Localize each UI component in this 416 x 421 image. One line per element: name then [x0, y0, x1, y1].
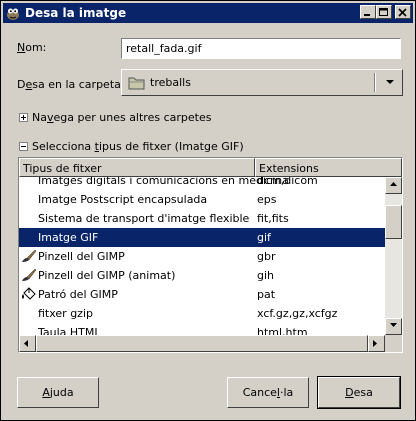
column-header-extensions[interactable]: Extensions: [255, 158, 402, 177]
browse-label-pre: Na: [32, 111, 47, 124]
file-type-extensions: fit,fits: [257, 212, 289, 225]
save-label-post: esa: [353, 386, 373, 399]
scroll-down-icon: [390, 323, 397, 327]
cancel-button[interactable]: Cancel·la: [227, 377, 309, 408]
folder-combo-value: treballs: [150, 76, 191, 89]
help-label-key: A: [42, 386, 50, 399]
close-button[interactable]: [395, 5, 411, 19]
file-type-name: Imatge GIF: [38, 231, 99, 244]
folder-combo[interactable]: treballs: [121, 69, 403, 96]
name-label-post: om:: [25, 41, 47, 54]
bucket-icon: [21, 287, 37, 305]
file-type-name: Patró del GIMP: [38, 288, 118, 301]
column-header-type[interactable]: Tipus de fitxer: [19, 158, 255, 177]
title-bar[interactable]: Desa la imatge: [3, 3, 413, 23]
file-type-extensions: xcf.gz,gz,xcfgz: [257, 307, 338, 320]
column-header-type-label: Tipus de fitxer: [23, 162, 102, 175]
maximize-button[interactable]: [376, 5, 392, 19]
save-button[interactable]: Desa: [317, 376, 401, 409]
chevron-down-icon: [386, 80, 394, 84]
scroll-down-button[interactable]: [385, 318, 402, 335]
vertical-scroll-thumb[interactable]: [385, 205, 402, 239]
file-type-name: Imatge Postscript encapsulada: [38, 193, 208, 206]
scroll-right-icon: [373, 340, 377, 347]
file-type-name: fitxer gzip: [38, 307, 93, 320]
folder-label: Desa en la carpeta:: [17, 78, 125, 91]
file-type-extensions: pat: [257, 288, 276, 301]
filetype-label-post: ipus de fitxer (Imatge GIF): [99, 140, 244, 153]
folder-icon: [128, 77, 145, 90]
browse-label-post: ega per unes altres carpetes: [53, 111, 212, 124]
minimize-button[interactable]: [360, 5, 376, 19]
horizontal-scrollbar[interactable]: [19, 335, 385, 352]
file-type-name: Sistema de transport d'imatge flexible: [38, 212, 250, 225]
save-label-key: D: [345, 386, 354, 399]
help-button[interactable]: Ajuda: [17, 377, 99, 408]
name-input-value: retall_fada.gif: [126, 42, 202, 55]
file-type-row[interactable]: Imatges digitals i comunicacions en medi…: [19, 177, 385, 190]
cancel-label-pre: Cance: [242, 386, 277, 399]
save-image-dialog: Desa la imatge Nom: retall_fada.gif Desa…: [0, 0, 416, 421]
file-type-extensions: gif: [257, 231, 271, 244]
minimize-icon: [364, 14, 370, 16]
file-type-extensions: dcm,dicom: [257, 177, 318, 187]
file-type-row[interactable]: Pinzell del GIMP (animat) gih: [19, 266, 385, 285]
scroll-left-icon: [24, 340, 28, 347]
file-type-list: Tipus de fitxer Extensions Imatges digit…: [18, 157, 403, 353]
file-type-row[interactable]: fitxer gzip xcf.gz,gz,xcfgz: [19, 304, 385, 323]
file-type-extensions: gbr: [257, 250, 276, 263]
window-title: Desa la imatge: [25, 6, 127, 20]
browse-expander-icon[interactable]: [19, 113, 28, 122]
scroll-right-button[interactable]: [368, 335, 385, 352]
cancel-label-post: ·la: [279, 386, 294, 399]
column-header-extensions-label: Extensions: [259, 162, 319, 175]
scroll-up-icon: [390, 182, 397, 186]
filetype-expander-icon[interactable]: [19, 142, 28, 151]
brush-icon: [21, 268, 37, 285]
file-type-row-selected[interactable]: Imatge GIF gif: [19, 228, 385, 247]
name-input[interactable]: retall_fada.gif: [121, 38, 401, 59]
combo-separator: [374, 73, 376, 92]
file-type-row[interactable]: Pinzell del GIMP gbr: [19, 247, 385, 266]
horizontal-scroll-thumb[interactable]: [36, 335, 368, 352]
close-icon: [398, 8, 407, 17]
brush-icon: [21, 249, 37, 266]
file-type-name: Taula HTML: [38, 326, 101, 335]
scroll-left-button[interactable]: [19, 335, 36, 352]
browse-expander-label[interactable]: Navega per unes altres carpetes: [32, 111, 211, 124]
file-type-name: Imatges digitals i comunicacions en medi…: [38, 177, 289, 187]
file-type-extensions: eps: [257, 193, 277, 206]
scrollbar-corner: [385, 335, 402, 352]
file-type-row[interactable]: Taula HTML html,htm: [19, 323, 385, 335]
maximize-icon: [379, 8, 388, 16]
filetype-label-pre: Selecciona: [32, 140, 95, 153]
file-type-extensions: gih: [257, 269, 275, 282]
name-label-key: N: [17, 41, 26, 54]
filetype-expander-label[interactable]: Selecciona tipus de fitxer (Imatge GIF): [32, 140, 244, 153]
file-type-row[interactable]: Patró del GIMP pat: [19, 285, 385, 304]
name-label: Nom:: [17, 41, 46, 54]
folder-label-post: sa en la carpeta:: [32, 78, 125, 91]
file-type-row[interactable]: Imatge Postscript encapsulada eps: [19, 190, 385, 209]
file-type-row[interactable]: Sistema de transport d'imatge flexible fi…: [19, 209, 385, 228]
help-label-post: juda: [49, 386, 74, 399]
vertical-scrollbar[interactable]: [385, 177, 402, 335]
file-type-extensions: html,htm: [257, 326, 308, 335]
file-type-name: Pinzell del GIMP: [38, 250, 125, 263]
file-type-name: Pinzell del GIMP (animat): [38, 269, 176, 282]
gimp-logo-icon: [7, 8, 19, 20]
file-type-rows: Imatges digitals i comunicacions en medi…: [19, 177, 385, 335]
scroll-up-button[interactable]: [385, 177, 402, 194]
